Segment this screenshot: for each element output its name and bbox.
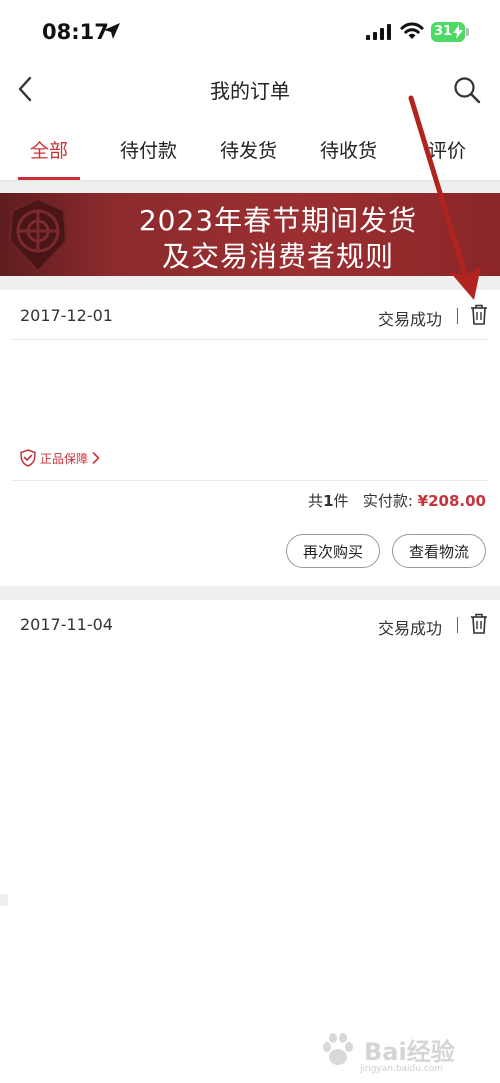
order-status: 交易成功 [378,310,443,329]
order-status: 交易成功 [378,619,443,638]
watermark-subtext: jingyan.baidu.com [360,1064,444,1074]
trash-icon[interactable] [470,304,488,326]
order-tabs: 全部 待付款 待发货 待收货 评价 [0,118,500,181]
guarantee-label: 正品保障 [40,451,89,466]
divider [12,480,488,481]
search-icon[interactable] [453,76,481,104]
watermark-text: Bai经验 [364,1038,455,1066]
page-title: 我的订单 [210,79,290,103]
item-count: 1 [323,492,334,510]
status-bar: 08:17 31 [0,0,500,64]
banner-title-line2: 及交易消费者规则 [161,240,394,273]
tab-pending-receipt[interactable]: 待收货 [320,136,377,163]
divider [12,339,488,340]
shield-check-icon [20,449,36,467]
tab-all[interactable]: 全部 [30,136,68,163]
section-gap [0,276,500,290]
authentic-guarantee-link[interactable]: 正品保障 [20,449,100,467]
battery-indicator: 31 [431,22,465,42]
order-card[interactable]: 2017-11-04 交易成功 [0,600,500,1083]
status-divider [457,617,458,633]
count-suffix: 件 [333,492,349,510]
view-logistics-button[interactable]: 查看物流 [392,534,486,568]
wifi-icon [400,22,424,39]
status-time: 08:17 [42,20,109,44]
chevron-right-icon [92,452,100,464]
battery-level: 31 [434,24,453,39]
charging-bolt-icon [453,25,463,39]
status-divider [457,308,458,324]
location-arrow-icon [104,23,120,39]
cellular-signal-icon [366,24,391,40]
paid-amount: ¥208.00 [417,492,486,510]
tab-review[interactable]: 评价 [428,136,466,163]
tab-pending-shipment[interactable]: 待发货 [220,136,277,163]
order-summary: 共1件 实付款: ¥208.00 [308,490,486,511]
order-date: 2017-12-01 [20,306,113,325]
banner-title-line1: 2023年春节期间发货 [138,204,418,237]
tab-pending-payment[interactable]: 待付款 [120,136,177,163]
section-gap [0,586,500,600]
promo-banner[interactable]: 2023年春节期间发货 及交易消费者规则 [0,193,500,276]
paid-label: 实付款: [362,492,413,510]
rebuy-button[interactable]: 再次购买 [286,534,380,568]
paw-logo-icon [323,1033,353,1065]
count-prefix: 共 [308,492,324,510]
battery-tip [466,28,469,36]
edge-mark [0,894,8,906]
section-gap [0,181,500,193]
trash-icon[interactable] [470,613,488,635]
active-tab-underline [18,177,80,180]
nav-bar: 我的订单 [0,64,500,116]
baidu-watermark: Bai经验 jingyan.baidu.com [318,1028,488,1078]
order-date: 2017-11-04 [20,615,113,634]
